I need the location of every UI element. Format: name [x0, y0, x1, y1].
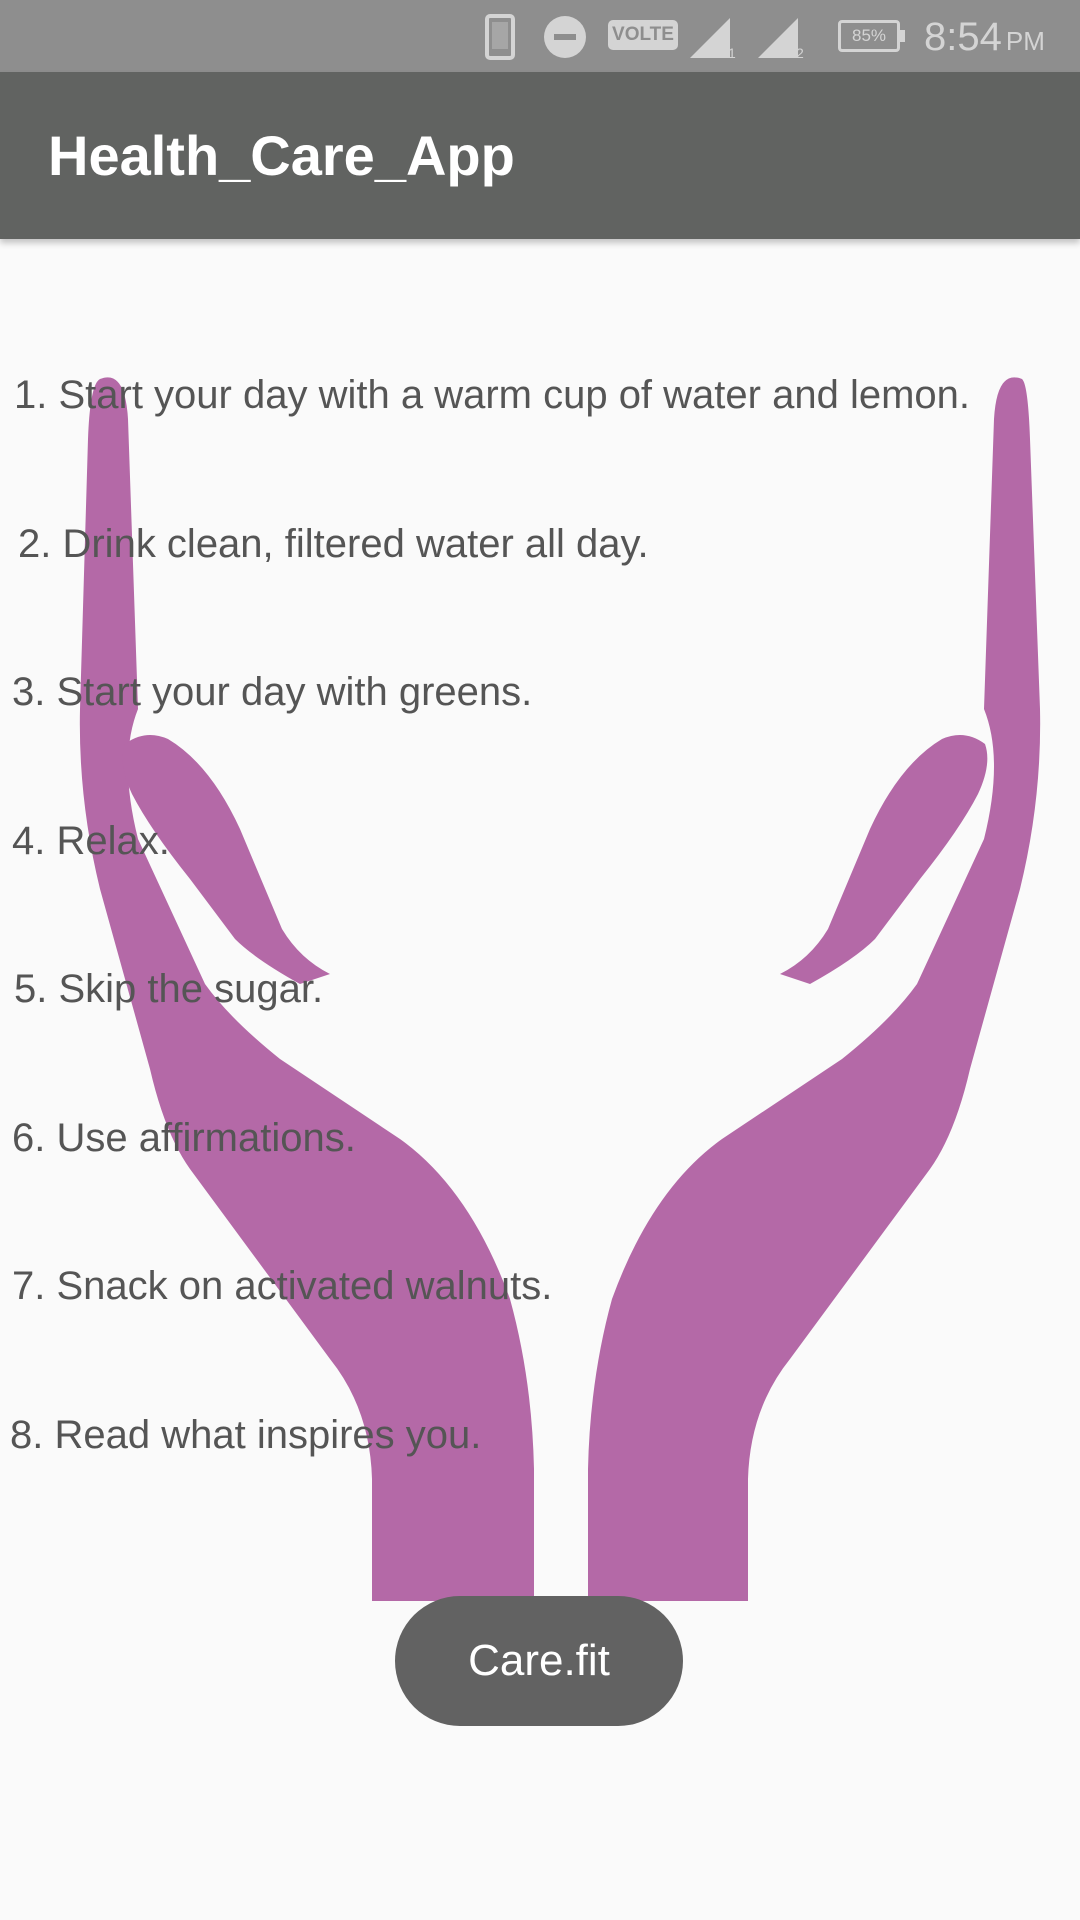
- battery-icon: 85%: [838, 20, 905, 52]
- clock-ampm: PM: [1005, 26, 1045, 56]
- volte-icon: VOLTE: [608, 20, 678, 50]
- signal-sim1-icon: 1: [690, 18, 736, 58]
- sim1-label: 1: [728, 45, 736, 58]
- list-item: 5. Skip the sugar.: [14, 967, 324, 1011]
- list-item: 3. Start your day with greens.: [12, 670, 533, 714]
- main-content: 1. Start your day with a warm cup of wat…: [0, 239, 1080, 1920]
- list-item: 8. Read what inspires you.: [10, 1413, 482, 1457]
- list-item: 6. Use affirmations.: [12, 1116, 356, 1160]
- app-bar: Health_Care_App: [0, 72, 1080, 239]
- status-bar: VOLTE 1 2 85% 8:54 PM: [0, 0, 1080, 72]
- list-item: 7. Snack on activated walnuts.: [12, 1264, 553, 1308]
- signal-sim2-icon: 2: [758, 18, 804, 58]
- do-not-disturb-icon: [544, 16, 586, 58]
- clock-time: 8:54: [924, 15, 1002, 59]
- list-item: 2. Drink clean, filtered water all day.: [18, 522, 649, 566]
- list-item: 4. Relax.: [12, 819, 170, 863]
- sim2-label: 2: [796, 45, 804, 58]
- clock: 8:54 PM: [924, 10, 1045, 68]
- list-item: 1. Start your day with a warm cup of wat…: [14, 373, 970, 417]
- care-fit-button[interactable]: Care.fit: [395, 1596, 683, 1726]
- phone-icon: [485, 14, 515, 60]
- app-title: Health_Care_App: [48, 124, 515, 187]
- battery-percent: 85%: [851, 26, 887, 45]
